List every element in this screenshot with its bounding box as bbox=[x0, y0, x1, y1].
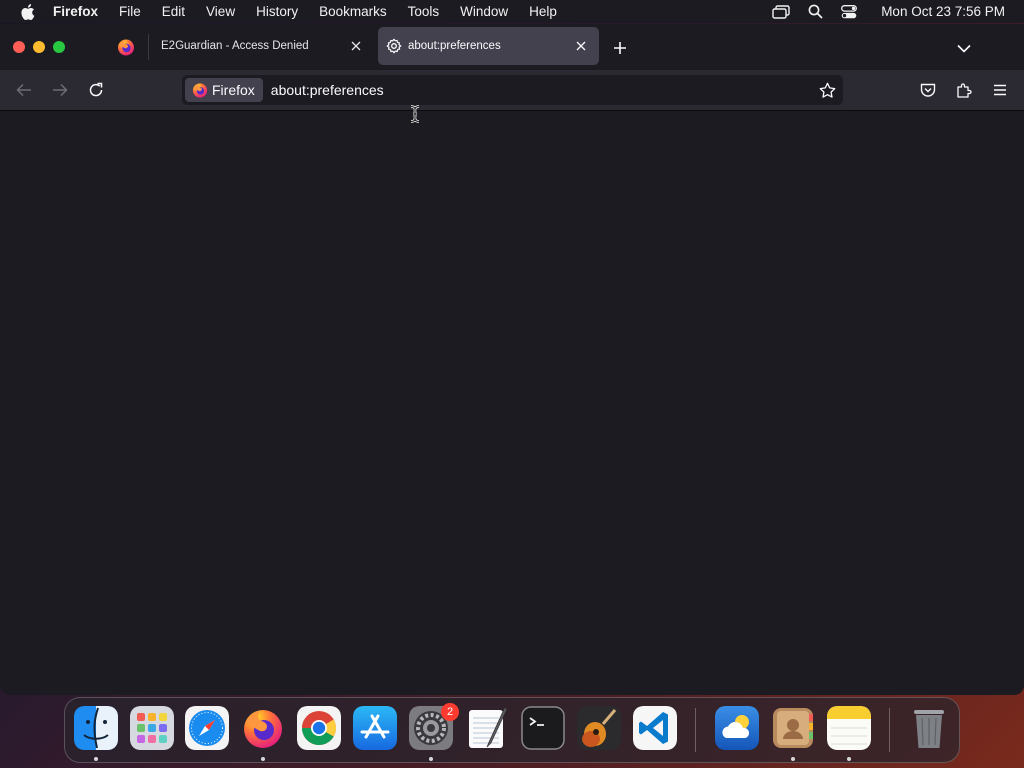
arrow-right-icon bbox=[53, 83, 68, 97]
window-minimize-button[interactable] bbox=[33, 41, 45, 53]
dock-finder[interactable] bbox=[74, 706, 118, 750]
app-menu-button[interactable] bbox=[990, 80, 1010, 100]
macos-menu-bar: Firefox File Edit View History Bookmarks… bbox=[0, 0, 1024, 23]
pinned-tab[interactable] bbox=[108, 34, 144, 60]
textedit-document-icon bbox=[469, 706, 508, 748]
running-indicator bbox=[94, 757, 98, 761]
forward-button[interactable] bbox=[50, 80, 70, 100]
chevron-down-icon bbox=[957, 44, 971, 53]
vscode-icon bbox=[633, 706, 677, 750]
dock-textedit[interactable] bbox=[465, 706, 509, 750]
dock-safari[interactable] bbox=[185, 706, 229, 750]
new-tab-button[interactable] bbox=[611, 39, 629, 57]
reload-button[interactable] bbox=[86, 80, 106, 100]
notification-badge: 2 bbox=[441, 703, 459, 721]
dock-app-store[interactable] bbox=[353, 706, 397, 750]
running-indicator bbox=[847, 757, 851, 761]
address-bar[interactable]: Firefox about:preferences bbox=[182, 75, 843, 105]
running-indicator bbox=[261, 757, 265, 761]
dock-garageband[interactable] bbox=[577, 706, 621, 750]
bookmark-star-button[interactable] bbox=[818, 81, 836, 99]
menu-window[interactable]: Window bbox=[460, 4, 508, 19]
safari-compass-icon bbox=[185, 706, 229, 750]
finder-icon bbox=[74, 706, 118, 750]
window-close-button[interactable] bbox=[13, 41, 25, 53]
gear-icon bbox=[386, 38, 402, 54]
terminal-icon bbox=[521, 706, 565, 750]
list-all-tabs-button[interactable] bbox=[955, 39, 973, 57]
chrome-icon bbox=[297, 706, 341, 750]
pocket-icon bbox=[920, 83, 936, 97]
notes-icon bbox=[827, 706, 871, 750]
navigation-toolbar: Firefox about:preferences bbox=[0, 70, 1024, 111]
tab-strip: E2Guardian - Access Denied about:prefere… bbox=[0, 24, 1024, 70]
running-indicator bbox=[429, 757, 433, 761]
control-center-icon[interactable] bbox=[841, 4, 858, 19]
plus-icon bbox=[614, 42, 626, 54]
menu-history[interactable]: History bbox=[256, 4, 298, 19]
spotlight-search-icon[interactable] bbox=[808, 4, 823, 19]
identity-box[interactable]: Firefox bbox=[185, 78, 263, 102]
launchpad-icon bbox=[130, 706, 174, 750]
firefox-logo-icon bbox=[244, 710, 282, 748]
menu-edit[interactable]: Edit bbox=[162, 4, 185, 19]
menu-help[interactable]: Help bbox=[529, 4, 557, 19]
dock-google-chrome[interactable] bbox=[297, 706, 341, 750]
puzzle-piece-icon bbox=[957, 83, 972, 98]
dock-contacts[interactable] bbox=[771, 706, 815, 750]
url-input[interactable]: about:preferences bbox=[271, 82, 384, 98]
app-store-icon bbox=[353, 706, 397, 750]
close-icon bbox=[351, 41, 361, 51]
back-button[interactable] bbox=[14, 80, 34, 100]
dock bbox=[64, 697, 960, 763]
dock-trash[interactable] bbox=[907, 706, 951, 750]
extensions-button[interactable] bbox=[954, 80, 974, 100]
tab-separator bbox=[148, 34, 149, 60]
close-tab-button[interactable] bbox=[574, 39, 588, 53]
menu-tools[interactable]: Tools bbox=[408, 4, 440, 19]
menu-bookmarks[interactable]: Bookmarks bbox=[319, 4, 387, 19]
dock-weather[interactable] bbox=[715, 706, 759, 750]
menu-file[interactable]: File bbox=[119, 4, 141, 19]
star-icon bbox=[819, 82, 835, 98]
dock-separator bbox=[695, 708, 696, 752]
window-zoom-button[interactable] bbox=[53, 41, 65, 53]
firefox-logo-icon bbox=[192, 83, 208, 98]
dock-separator bbox=[889, 708, 890, 752]
tab-preferences[interactable]: about:preferences bbox=[378, 27, 599, 65]
running-indicator bbox=[791, 757, 795, 761]
firefox-logo-icon bbox=[118, 39, 134, 56]
screen-mirroring-icon[interactable] bbox=[772, 4, 790, 19]
guitar-icon bbox=[577, 706, 621, 750]
contacts-book-icon bbox=[773, 708, 813, 748]
close-icon bbox=[576, 41, 586, 51]
hamburger-menu-icon bbox=[994, 84, 1006, 96]
menu-view[interactable]: View bbox=[206, 4, 235, 19]
dock-terminal[interactable] bbox=[521, 706, 565, 750]
tab-title: E2Guardian - Access Denied bbox=[161, 40, 309, 52]
weather-cloud-sun-icon bbox=[715, 706, 759, 750]
pocket-button[interactable] bbox=[918, 80, 938, 100]
menubar-clock[interactable]: Mon Oct 23 7:56 PM bbox=[881, 4, 1005, 19]
firefox-window: E2Guardian - Access Denied about:prefere… bbox=[0, 24, 1024, 695]
text-cursor-icon bbox=[410, 105, 420, 123]
apple-logo-icon[interactable] bbox=[19, 3, 35, 21]
reload-icon bbox=[89, 82, 103, 97]
dock-visual-studio-code[interactable] bbox=[633, 706, 677, 750]
menu-app-name[interactable]: Firefox bbox=[53, 4, 98, 19]
identity-label: Firefox bbox=[212, 82, 255, 98]
dock-notes[interactable] bbox=[827, 706, 871, 750]
tab-title: about:preferences bbox=[408, 40, 501, 52]
arrow-left-icon bbox=[16, 83, 31, 97]
close-tab-button[interactable] bbox=[349, 39, 363, 53]
dock-firefox[interactable] bbox=[241, 706, 285, 750]
trash-icon bbox=[914, 710, 944, 748]
dock-launchpad[interactable] bbox=[130, 706, 174, 750]
page-content-area bbox=[0, 111, 1024, 695]
tab-e2guardian[interactable]: E2Guardian - Access Denied bbox=[152, 27, 374, 65]
